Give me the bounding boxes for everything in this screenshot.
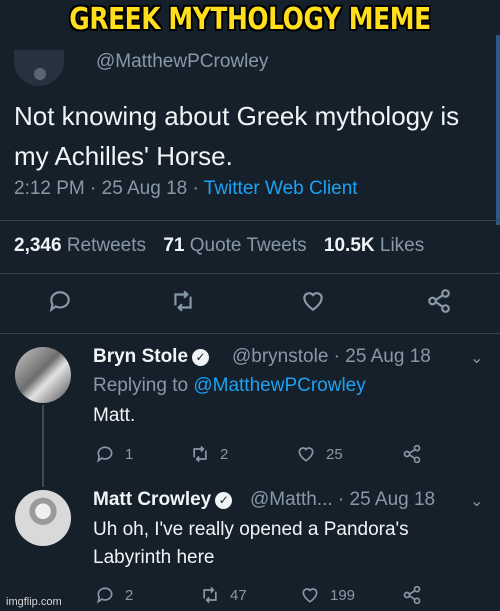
retweet-button[interactable]: 47 bbox=[200, 584, 247, 606]
share-button[interactable] bbox=[402, 584, 432, 606]
reply-icon bbox=[97, 446, 113, 463]
replying-to: Replying to @MatthewPCrowley bbox=[93, 375, 366, 397]
tweet-client-link[interactable]: Twitter Web Client bbox=[204, 178, 358, 199]
avatar[interactable] bbox=[14, 50, 64, 86]
verified-icon: ✓ bbox=[215, 492, 233, 509]
tweet-text: Not knowing about Greek mythology is my … bbox=[14, 101, 460, 171]
retweets-count[interactable]: 2,346 bbox=[14, 235, 62, 256]
like-button[interactable]: 199 bbox=[300, 584, 355, 606]
tweet-meta: 2:12 PM · 25 Aug 18 · Twitter Web Client bbox=[14, 178, 358, 200]
retweet-icon bbox=[203, 586, 217, 604]
scrollbar[interactable] bbox=[496, 35, 500, 225]
likes-label[interactable]: Likes bbox=[380, 235, 424, 256]
meme-title: GREEK MYTHOLOGY MEME bbox=[69, 2, 431, 37]
retweet-button[interactable]: 2 bbox=[190, 443, 228, 465]
divider bbox=[0, 220, 500, 221]
chevron-down-icon[interactable]: ⌄ bbox=[470, 491, 483, 511]
like-button[interactable]: 25 bbox=[296, 443, 343, 465]
reply-button[interactable]: 2 bbox=[95, 584, 133, 606]
avatar-badge-icon bbox=[34, 68, 46, 80]
reply-icon[interactable] bbox=[47, 288, 73, 314]
reply-button[interactable]: 1 bbox=[95, 443, 133, 465]
avatar[interactable] bbox=[15, 490, 71, 546]
like-count: 25 bbox=[326, 445, 343, 463]
share-icon[interactable] bbox=[426, 288, 452, 314]
reply-text: Matt. bbox=[93, 405, 136, 426]
divider bbox=[0, 333, 500, 334]
reply-author-handle[interactable]: @Matth... · 25 Aug 18 bbox=[250, 489, 435, 511]
avatar[interactable] bbox=[15, 347, 71, 403]
verified-icon: ✓ bbox=[192, 349, 210, 366]
replying-to-mention[interactable]: @MatthewPCrowley bbox=[193, 375, 365, 396]
retweet-count: 47 bbox=[230, 586, 247, 604]
reply-author-name[interactable]: Matt Crowley ✓ bbox=[93, 489, 233, 511]
watermark: imgflip.com bbox=[6, 596, 62, 608]
retweet-icon bbox=[193, 445, 207, 463]
retweets-label[interactable]: Retweets bbox=[67, 235, 146, 256]
quote-tweets-count[interactable]: 71 bbox=[163, 235, 184, 256]
likes-count[interactable]: 10.5K bbox=[324, 235, 375, 256]
quote-tweets-label[interactable]: Quote Tweets bbox=[190, 235, 307, 256]
reply-count: 1 bbox=[125, 445, 134, 463]
heart-icon bbox=[298, 447, 314, 462]
share-button[interactable] bbox=[402, 443, 432, 465]
retweet-icon[interactable] bbox=[170, 288, 196, 314]
chevron-down-icon[interactable]: ⌄ bbox=[470, 348, 483, 368]
divider bbox=[0, 273, 500, 274]
tweet-timestamp[interactable]: 2:12 PM · 25 Aug 18 · bbox=[14, 178, 199, 199]
reply-author-name[interactable]: Bryn Stole ✓ bbox=[93, 346, 210, 368]
reply-icon bbox=[97, 587, 113, 604]
tweet-author-handle[interactable]: @MatthewPCrowley bbox=[96, 51, 268, 73]
reply-count: 2 bbox=[125, 586, 134, 604]
heart-icon bbox=[302, 588, 318, 603]
like-count: 199 bbox=[330, 586, 356, 604]
heart-icon[interactable] bbox=[300, 288, 326, 314]
replying-to-label: Replying to bbox=[93, 375, 189, 396]
retweet-count: 2 bbox=[220, 445, 229, 463]
reply-author-handle[interactable]: @brynstole · 25 Aug 18 bbox=[232, 346, 431, 368]
tweet-stats: 2,346 Retweets 71 Quote Tweets 10.5K Lik… bbox=[14, 235, 424, 257]
reply-text: Uh oh, I've really opened a Pandora's La… bbox=[93, 519, 409, 568]
share-icon bbox=[403, 585, 421, 605]
share-icon bbox=[403, 444, 421, 464]
thread-line bbox=[42, 405, 44, 487]
